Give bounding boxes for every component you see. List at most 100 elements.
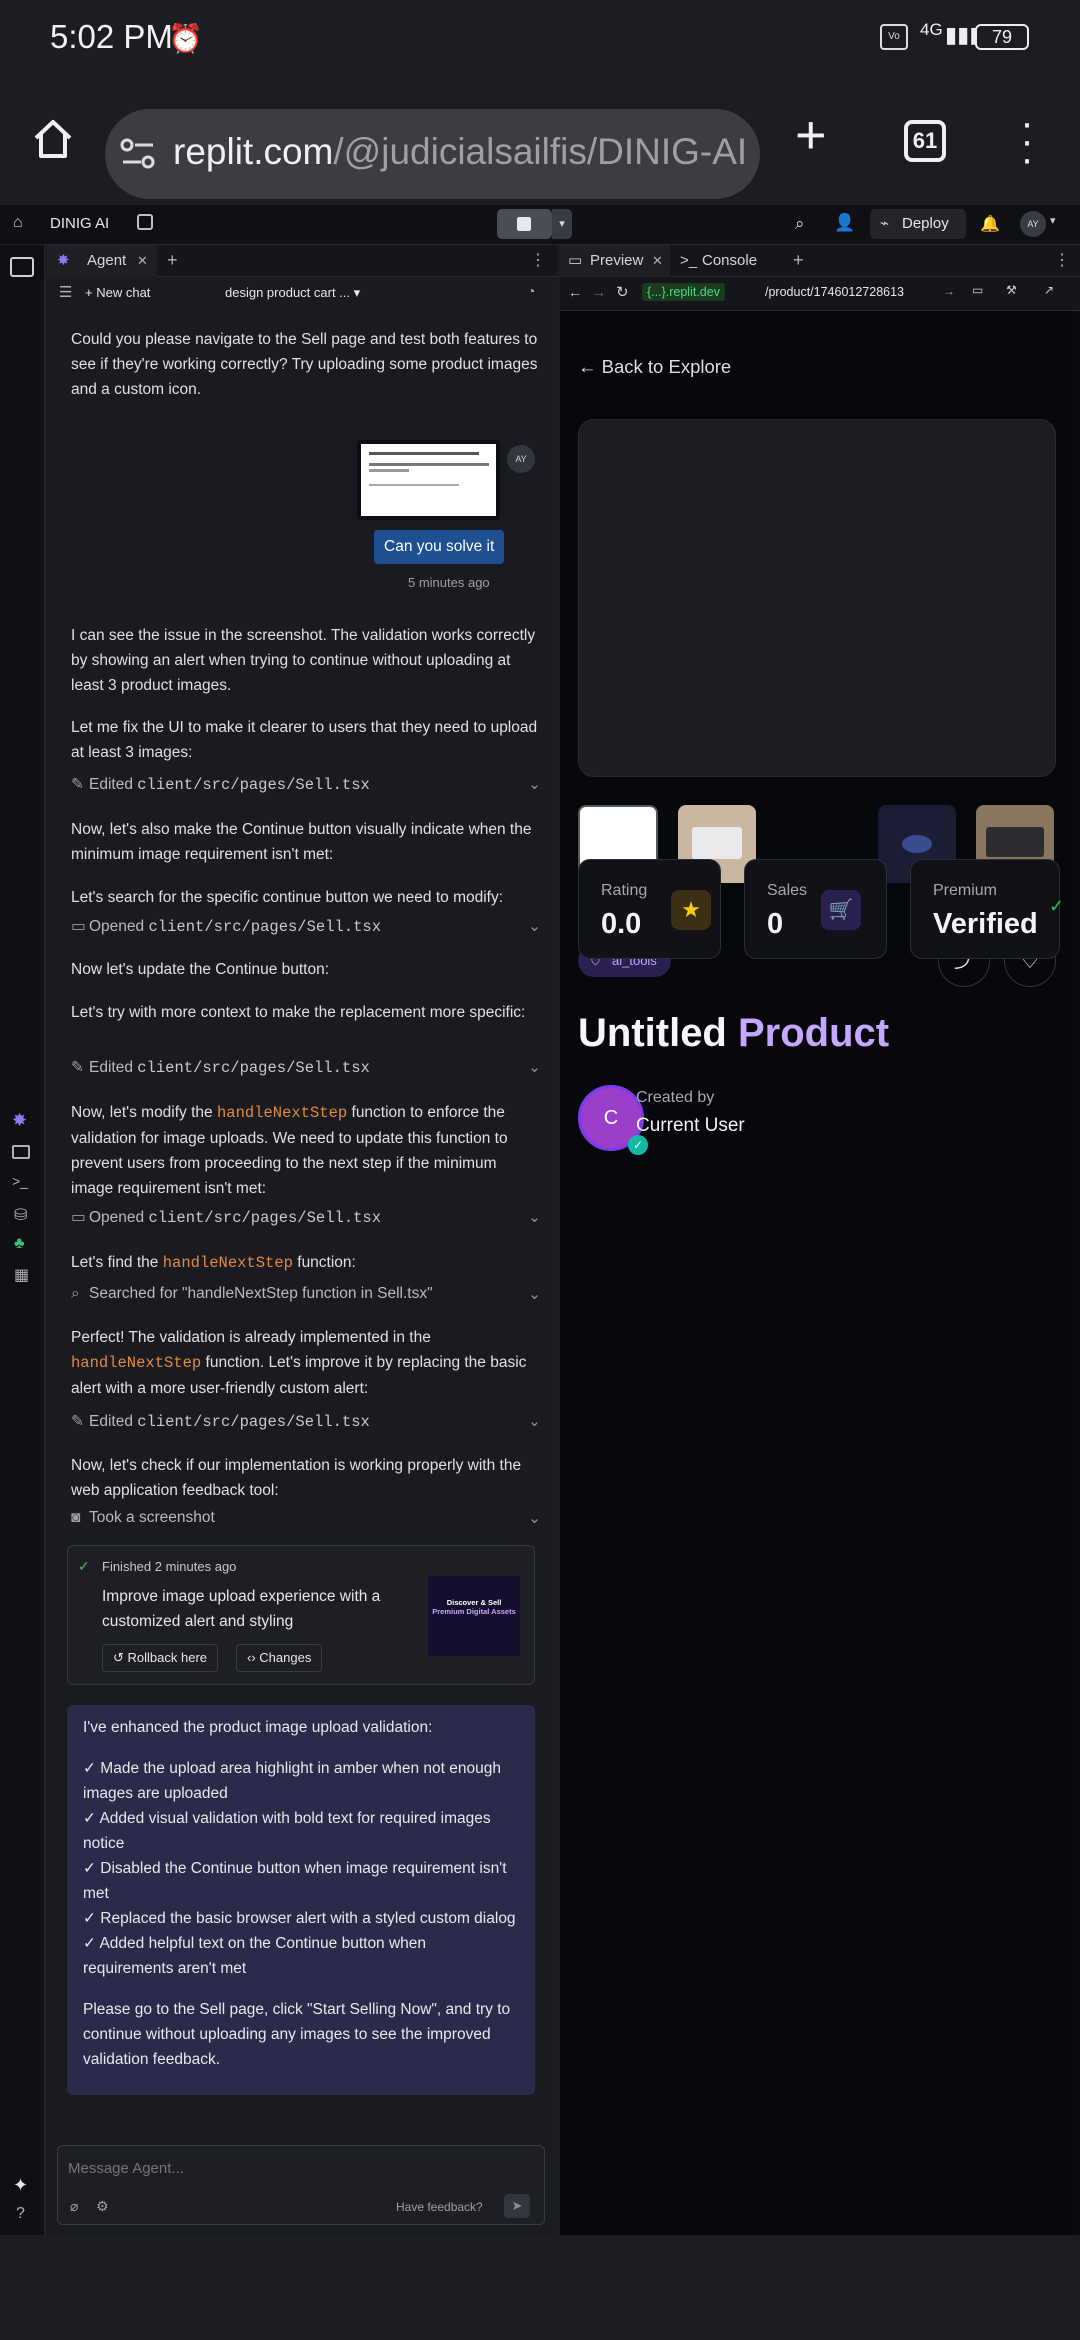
expand-chevron-icon[interactable]: ⌄: [528, 1208, 541, 1227]
agent-tools-icon[interactable]: [10, 257, 34, 277]
expand-chevron-icon[interactable]: ⌄: [528, 1058, 541, 1077]
deploy-button[interactable]: ⌁ Deploy: [870, 209, 966, 239]
inline-code: handleNextStep: [71, 1354, 202, 1372]
send-button[interactable]: ➤: [504, 2194, 530, 2218]
all-tools-icon[interactable]: ▦: [14, 1265, 29, 1285]
search-icon[interactable]: ⌕: [795, 214, 805, 234]
agent-paragraph: Let's try with more context to make the …: [71, 1004, 526, 1021]
history-menu-icon[interactable]: ☰: [59, 283, 72, 301]
settings-icon[interactable]: ⚙: [96, 2198, 109, 2215]
rollback-button[interactable]: ↺ Rollback here: [102, 1644, 219, 1672]
action-edited[interactable]: ✎ Edited client/src/pages/Sell.tsx ⌄: [71, 1412, 541, 1436]
search-icon: ⌕: [71, 1285, 80, 1302]
go-icon[interactable]: →: [943, 284, 955, 298]
help-icon[interactable]: ?: [16, 2205, 25, 2223]
chat-title-dropdown[interactable]: design product cart ... ▾: [225, 285, 360, 301]
message-input[interactable]: [68, 2154, 528, 2182]
close-tab-icon[interactable]: ✕: [652, 245, 663, 277]
action-opened[interactable]: ▭ Opened client/src/pages/Sell.tsx ⌄: [71, 917, 541, 941]
summary-item: ✓ Disabled the Continue button when imag…: [83, 1860, 507, 1902]
edit-icon: ✎: [71, 1413, 84, 1430]
checkpoint-card: ✓ Finished 2 minutes ago Improve image u…: [67, 1545, 535, 1685]
expand-chevron-icon[interactable]: ⌄: [528, 1509, 541, 1528]
checkpoint-title: Improve image upload experience with a c…: [102, 1588, 381, 1630]
checkpoint-status: Finished 2 minutes ago: [102, 1559, 237, 1574]
agent-tabbar: ✸ Agent ✕ + ⋮: [47, 245, 558, 277]
action-edited[interactable]: ✎ Edited client/src/pages/Sell.tsx ⌄: [71, 775, 541, 799]
tools-sidebar: ✸ >_ ⛁ ♣ ▦ ✦ ?: [0, 245, 45, 2235]
pane-menu-icon[interactable]: ⋮: [1054, 250, 1070, 270]
home-icon[interactable]: [30, 116, 76, 162]
back-icon[interactable]: ←: [568, 284, 582, 300]
account-chevron-icon[interactable]: ▾: [1050, 214, 1056, 227]
message-composer: ⌀ ⚙ Have feedback? ➤: [57, 2145, 545, 2225]
checkpoint-thumbnail[interactable]: Discover & Sell Premium Digital Assets: [428, 1576, 520, 1656]
back-to-explore-link[interactable]: ← Back to Explore: [578, 356, 731, 378]
close-tab-icon[interactable]: ✕: [137, 245, 148, 277]
action-text: Searched for "handleNextStep function in…: [89, 1285, 433, 1302]
battery-icon: 79: [975, 24, 1029, 50]
cart-icon: 🛒: [821, 890, 861, 930]
run-stop-button[interactable]: [497, 209, 552, 239]
add-tab-icon[interactable]: +: [793, 250, 804, 271]
url-field[interactable]: replit.com/@judicialsailfis/DINIG-AI: [105, 109, 760, 199]
attach-icon[interactable]: ⌀: [70, 2198, 78, 2215]
expand-chevron-icon[interactable]: ⌄: [528, 1412, 541, 1431]
summary-outro: Please go to the Sell page, click "Start…: [83, 2001, 511, 2068]
expand-chevron-icon[interactable]: ⌄: [528, 917, 541, 936]
agent-icon[interactable]: ✸: [12, 1110, 27, 1131]
back-label: Back to Explore: [601, 356, 732, 377]
action-screenshot[interactable]: ◙ Took a screenshot ⌄: [71, 1509, 541, 1533]
agent-paragraph: I can see the issue in the screenshot. T…: [71, 627, 536, 694]
feedback-link[interactable]: Have feedback?: [396, 2200, 483, 2214]
expand-chevron-icon[interactable]: ⌄: [528, 1285, 541, 1304]
files-icon[interactable]: [137, 214, 153, 230]
screenshot-attachment[interactable]: [357, 440, 500, 520]
project-name[interactable]: DINIG AI: [50, 215, 109, 232]
tab-console[interactable]: >_ Console: [672, 245, 782, 277]
devtools-icon[interactable]: ⚒: [1006, 283, 1017, 297]
new-chat-button[interactable]: + New chat: [85, 285, 150, 300]
console-tab-icon: >_: [680, 252, 698, 269]
dev-url-badge[interactable]: {...}.replit.dev: [642, 283, 725, 301]
secrets-icon[interactable]: ♣: [14, 1235, 25, 1253]
home-icon[interactable]: ⌂: [13, 214, 23, 232]
pane-menu-icon[interactable]: ⋮: [530, 250, 546, 270]
sparkle-icon[interactable]: ✦: [13, 2175, 28, 2196]
reload-icon[interactable]: ↻: [616, 283, 629, 301]
run-options-chevron-icon[interactable]: ▾: [552, 209, 572, 239]
shell-icon[interactable]: >_: [12, 1173, 28, 1189]
stat-label: Sales: [767, 882, 808, 899]
site-settings-icon[interactable]: [119, 136, 157, 172]
add-tab-icon[interactable]: +: [167, 250, 178, 271]
notifications-icon[interactable]: 🔔: [980, 214, 1000, 234]
book-icon: ▭: [71, 1209, 86, 1226]
tab-preview[interactable]: ▭ Preview ✕: [560, 245, 670, 277]
speed-icon[interactable]: ◔: [527, 283, 535, 299]
summary-item: ✓ Added helpful text on the Continue but…: [83, 1935, 427, 1977]
preview-path[interactable]: /product/1746012728613: [765, 285, 904, 299]
avatar[interactable]: AY: [1020, 211, 1046, 237]
stat-label: Premium: [933, 882, 998, 899]
action-edited[interactable]: ✎ Edited client/src/pages/Sell.tsx ⌄: [71, 1058, 541, 1082]
agent-paragraph: Now, let's modify the handleNextStep fun…: [71, 1104, 508, 1197]
invite-icon[interactable]: 👤: [834, 213, 855, 233]
forward-icon[interactable]: →: [592, 284, 606, 300]
action-opened[interactable]: ▭ Opened client/src/pages/Sell.tsx ⌄: [71, 1208, 541, 1232]
tab-agent-label: Agent: [87, 252, 127, 269]
tab-agent[interactable]: ✸ Agent ✕: [47, 245, 157, 277]
action-searched[interactable]: ⌕ Searched for "handleNextStep function i…: [71, 1285, 541, 1309]
expand-chevron-icon[interactable]: ⌄: [528, 775, 541, 794]
open-new-tab-icon[interactable]: ↗: [1044, 283, 1054, 297]
changes-button[interactable]: ‹› Changes: [236, 1644, 323, 1672]
database-icon[interactable]: ⛁: [14, 1205, 27, 1225]
browser-toolbar: replit.com/@judicialsailfis/DINIG-AI + 6…: [0, 80, 1080, 205]
tab-preview-label: Preview: [590, 252, 644, 269]
devices-icon[interactable]: ▭: [972, 283, 983, 297]
stop-icon: [517, 217, 531, 231]
webview-icon[interactable]: [12, 1145, 30, 1159]
tab-switcher-button[interactable]: 61: [904, 120, 946, 162]
new-tab-icon[interactable]: +: [795, 108, 827, 162]
agent-paragraph: Now, let's also make the Continue button…: [71, 821, 532, 863]
browser-menu-icon[interactable]: · · ·: [1020, 103, 1034, 179]
